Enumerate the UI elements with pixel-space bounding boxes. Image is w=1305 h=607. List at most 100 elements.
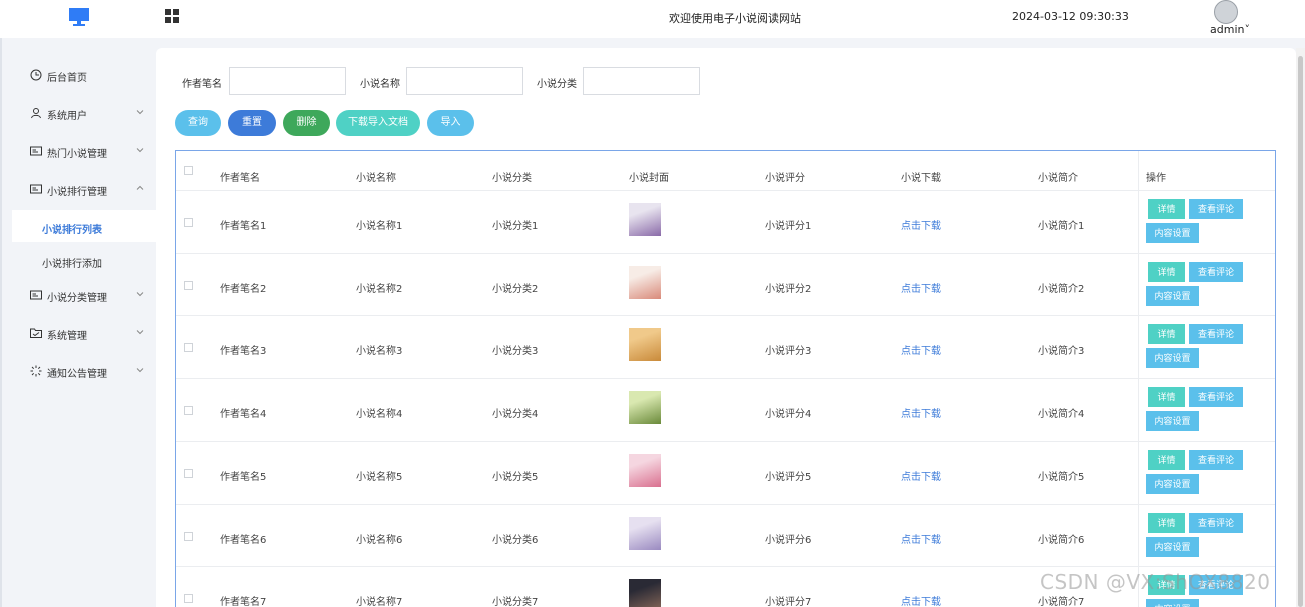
sidebar-item-label: 小说排行管理 xyxy=(47,187,107,198)
download-link[interactable]: 点击下载 xyxy=(901,468,941,483)
chevron-down-icon: ˅ xyxy=(1244,23,1250,36)
delete-button[interactable]: 删除 xyxy=(283,110,330,136)
column-header: 小说简介 xyxy=(1038,173,1078,184)
row-checkbox[interactable] xyxy=(184,594,193,604)
category-cell: 小说分类4 xyxy=(492,409,539,421)
sidebar-item-novel-ranking[interactable]: 小说排行管理 xyxy=(12,172,158,206)
category-filter-input[interactable] xyxy=(583,67,700,95)
sidebar-item-hot-novels[interactable]: 热门小说管理 xyxy=(12,134,158,168)
intro-cell: 小说简介6 xyxy=(1038,534,1085,546)
download-link[interactable]: 点击下载 xyxy=(901,280,941,295)
author-cell: 作者笔名3 xyxy=(220,346,267,358)
row-checkbox[interactable] xyxy=(184,280,193,290)
detail-button[interactable]: 详情 xyxy=(1148,387,1185,408)
user-icon xyxy=(31,108,41,119)
row-checkbox[interactable] xyxy=(184,343,193,353)
user-menu[interactable]: admin˅ xyxy=(1210,23,1250,36)
view-reviews-button[interactable]: 查看评论 xyxy=(1189,387,1243,408)
content-settings-button[interactable]: 内容设置 xyxy=(1146,223,1199,243)
spark-icon xyxy=(30,365,42,377)
clock-icon xyxy=(30,69,42,81)
top-bar: 欢迎使用电子小说阅读网站 2024-03-12 09:30:33 admin˅ xyxy=(0,0,1305,38)
rating-cell: 小说评分2 xyxy=(765,283,812,295)
row-checkbox[interactable] xyxy=(184,218,193,227)
rating-cell: 小说评分3 xyxy=(765,346,812,358)
sidebar-item-label: 热门小说管理 xyxy=(47,149,107,160)
sidebar-item-label: 系统用户 xyxy=(47,111,87,122)
sidebar-subitem-label: 小说排行列表 xyxy=(42,225,102,236)
view-reviews-button[interactable]: 查看评论 xyxy=(1189,449,1243,470)
novel-cover-image[interactable] xyxy=(629,453,661,487)
sidebar: 后台首页 系统用户 热门小说管理 小说排行管理 小说排行列表 小说排行添加 小说… xyxy=(0,38,158,607)
detail-button[interactable]: 详情 xyxy=(1148,199,1185,219)
content-settings-button[interactable]: 内容设置 xyxy=(1146,348,1199,369)
name-cell: 小说名称4 xyxy=(356,409,403,421)
author-filter-input[interactable] xyxy=(229,67,346,95)
detail-button[interactable]: 详情 xyxy=(1148,449,1185,470)
view-reviews-button[interactable]: 查看评论 xyxy=(1189,199,1243,219)
download-template-button[interactable]: 下载导入文档 xyxy=(336,110,420,136)
row-checkbox[interactable] xyxy=(184,468,193,478)
table-row: 作者笔名3 小说名称3 小说分类3 小说评分3 点击下载 小说简介3 详情 查看评论 内容设置 xyxy=(176,315,1275,378)
novel-cover-image[interactable] xyxy=(629,579,661,607)
table-row: 作者笔名4 小说名称4 小说分类4 小说评分4 点击下载 小说简介4 详情 查看评论 内容设置 xyxy=(176,378,1275,441)
download-link[interactable]: 点击下载 xyxy=(901,405,941,420)
author-cell: 作者笔名7 xyxy=(220,597,267,607)
table-row: 作者笔名6 小说名称6 小说分类6 小说评分6 点击下载 小说简介6 详情 查看评论 内容设置 xyxy=(176,503,1275,567)
avatar[interactable] xyxy=(1214,0,1238,24)
sidebar-subitem-ranking-add[interactable]: 小说排行添加 xyxy=(12,244,158,276)
download-link[interactable]: 点击下载 xyxy=(901,217,941,232)
content-settings-button[interactable]: 内容设置 xyxy=(1146,285,1199,306)
novel-ranking-table: 作者笔名 小说名称 小说分类 小说封面 小说评分 小说下载 小说简介 操作 作者… xyxy=(175,150,1276,607)
detail-button[interactable]: 详情 xyxy=(1148,324,1185,345)
name-filter-input[interactable] xyxy=(406,67,523,95)
author-cell: 作者笔名4 xyxy=(220,409,267,421)
sidebar-item-system-users[interactable]: 系统用户 xyxy=(12,96,158,130)
view-reviews-button[interactable]: 查看评论 xyxy=(1189,324,1243,345)
author-cell: 作者笔名5 xyxy=(220,471,267,483)
intro-cell: 小说简介2 xyxy=(1038,283,1085,295)
view-reviews-button[interactable]: 查看评论 xyxy=(1189,512,1243,533)
sidebar-item-novel-category[interactable]: 小说分类管理 xyxy=(12,278,158,312)
content-settings-button[interactable]: 内容设置 xyxy=(1146,536,1199,557)
name-filter-label: 小说名称 xyxy=(360,79,400,90)
chevron-up-icon xyxy=(136,185,144,190)
query-button[interactable]: 查询 xyxy=(175,110,221,136)
card-icon xyxy=(30,184,42,194)
novel-cover-image[interactable] xyxy=(629,265,661,299)
content-settings-button[interactable]: 内容设置 xyxy=(1146,411,1199,432)
novel-cover-image[interactable] xyxy=(629,328,661,362)
chevron-down-icon xyxy=(136,330,144,335)
download-link[interactable]: 点击下载 xyxy=(901,342,941,357)
view-reviews-button[interactable]: 查看评论 xyxy=(1189,261,1243,282)
sidebar-item-home[interactable]: 后台首页 xyxy=(12,58,158,92)
username: admin xyxy=(1210,23,1245,36)
download-link[interactable]: 点击下载 xyxy=(901,593,941,607)
detail-button[interactable]: 详情 xyxy=(1148,261,1185,282)
category-cell: 小说分类1 xyxy=(492,221,539,232)
chevron-down-icon xyxy=(136,110,144,115)
content-settings-button[interactable]: 内容设置 xyxy=(1146,473,1199,494)
sidebar-subitem-ranking-list[interactable]: 小说排行列表 xyxy=(12,210,158,242)
reset-button[interactable]: 重置 xyxy=(228,110,276,136)
content-settings-button[interactable]: 内容设置 xyxy=(1146,599,1199,607)
grid-menu-icon[interactable] xyxy=(165,9,180,24)
author-cell: 作者笔名1 xyxy=(220,221,267,232)
chevron-down-icon xyxy=(136,292,144,297)
row-checkbox[interactable] xyxy=(184,531,193,541)
novel-cover-image[interactable] xyxy=(629,516,661,550)
detail-button[interactable]: 详情 xyxy=(1148,512,1185,533)
scrollbar-thumb[interactable] xyxy=(1298,56,1303,607)
select-all-checkbox[interactable] xyxy=(184,166,193,175)
category-cell: 小说分类7 xyxy=(492,597,539,607)
sidebar-item-notices[interactable]: 通知公告管理 xyxy=(12,354,158,388)
novel-cover-image[interactable] xyxy=(629,391,661,425)
table-row: 作者笔名5 小说名称5 小说分类5 小说评分5 点击下载 小说简介5 详情 查看评论 内容设置 xyxy=(176,440,1275,504)
import-button[interactable]: 导入 xyxy=(427,110,474,136)
row-checkbox[interactable] xyxy=(184,406,193,416)
download-link[interactable]: 点击下载 xyxy=(901,531,941,546)
sidebar-item-system-admin[interactable]: 系统管理 xyxy=(12,316,158,350)
novel-cover-image[interactable] xyxy=(629,203,661,236)
folder-icon xyxy=(30,328,42,338)
name-cell: 小说名称6 xyxy=(356,534,403,546)
